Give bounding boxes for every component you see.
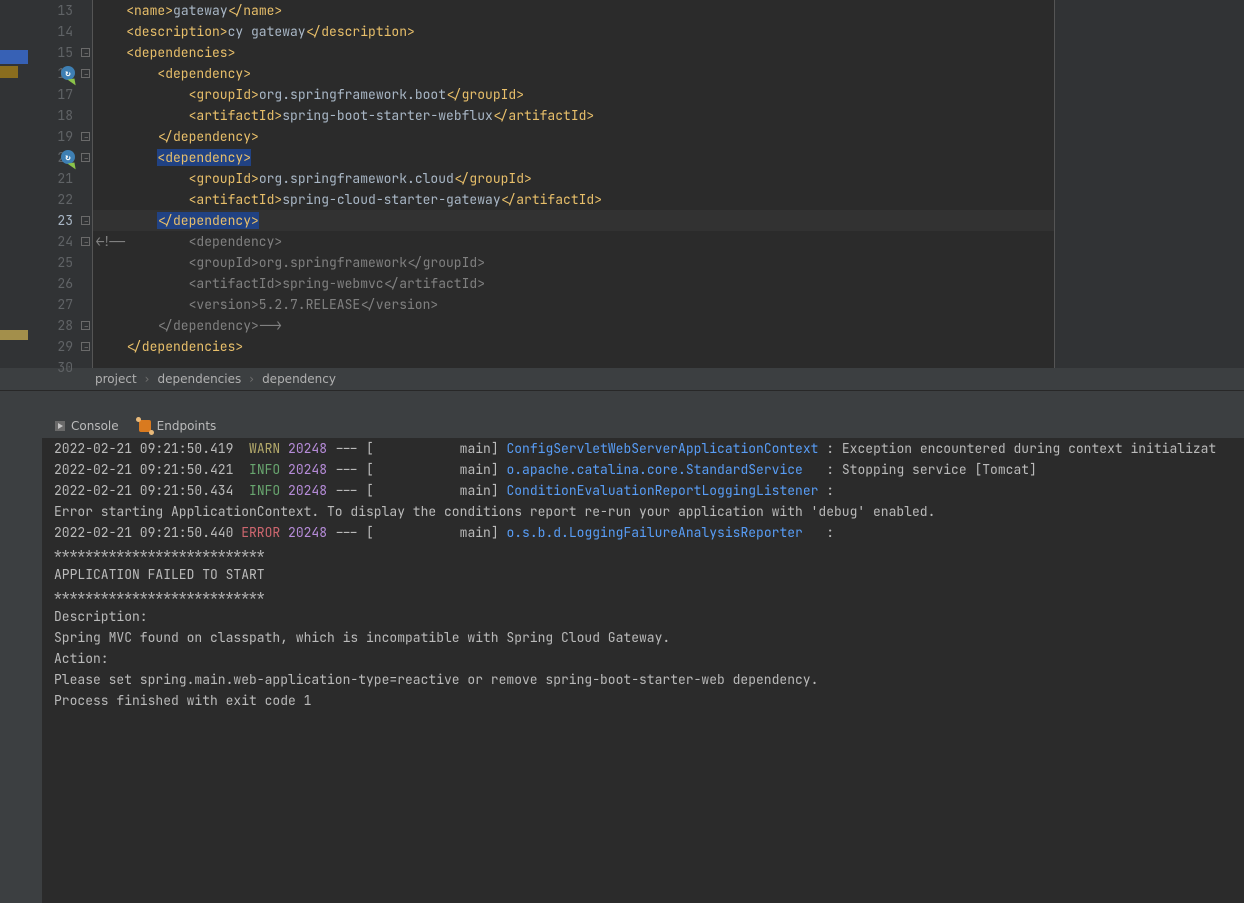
line-number: 22	[28, 189, 73, 210]
line-number: 28	[28, 315, 73, 336]
console-line: APPLICATION FAILED TO START	[54, 564, 1244, 585]
code-line[interactable]: </dependency>	[93, 210, 1054, 231]
code-line[interactable]	[93, 357, 1054, 378]
code-line[interactable]: <name>gateway</name>	[93, 0, 1054, 21]
code-line[interactable]: <artifactId>spring-cloud-starter-gateway…	[93, 189, 1054, 210]
console-line: Error starting ApplicationContext. To di…	[54, 501, 1244, 522]
editor-area: 131415161718192021222324252627282930 ↻↻ …	[0, 0, 1244, 368]
fold-toggle-icon[interactable]	[81, 132, 90, 141]
line-number: 15	[28, 42, 73, 63]
fold-toggle-icon[interactable]	[81, 321, 90, 330]
tab-label: Console	[71, 419, 119, 433]
play-icon	[55, 421, 65, 431]
line-number: 23	[28, 210, 73, 231]
console-line: ***************************	[54, 543, 1244, 564]
code-line[interactable]: <groupId>org.springframework</groupId>	[93, 252, 1054, 273]
tab-label: Endpoints	[157, 419, 217, 433]
line-number: 29	[28, 336, 73, 357]
fold-toggle-icon[interactable]	[81, 342, 90, 351]
console-line: 2022-02-21 09:21:50.440 ERROR 20248 --- …	[54, 522, 1244, 543]
console-gutter	[0, 438, 42, 903]
tab-endpoints[interactable]: Endpoints	[139, 419, 217, 433]
console-line: ***************************	[54, 585, 1244, 606]
line-number: 14	[28, 21, 73, 42]
fold-column	[79, 0, 93, 368]
line-number: 27	[28, 294, 73, 315]
tool-strip	[0, 390, 1244, 414]
line-number: 25	[28, 252, 73, 273]
code-line[interactable]: </dependency>-->	[93, 315, 1054, 336]
line-number: 21	[28, 168, 73, 189]
line-number: 26	[28, 273, 73, 294]
console-line: 2022-02-21 09:21:50.434 INFO 20248 --- […	[54, 480, 1244, 501]
console-line: Action:	[54, 648, 1244, 669]
code-line[interactable]: <!-- <dependency>	[93, 231, 1054, 252]
line-number: 17	[28, 84, 73, 105]
console-line: 2022-02-21 09:21:50.421 INFO 20248 --- […	[54, 459, 1244, 480]
code-line[interactable]: </dependencies>	[93, 336, 1054, 357]
code-line[interactable]: <dependency>	[93, 147, 1054, 168]
console-tabs: Console Endpoints	[0, 414, 1244, 438]
maven-reload-icon[interactable]: ↻	[61, 150, 75, 164]
line-number: 30	[28, 357, 73, 378]
code-line[interactable]: <groupId>org.springframework.cloud</grou…	[93, 168, 1054, 189]
change-marker	[0, 330, 28, 340]
console-area: 2022-02-21 09:21:50.419 WARN 20248 --- […	[0, 438, 1244, 903]
fold-toggle-icon[interactable]	[81, 237, 90, 246]
code-line[interactable]: <dependency>	[93, 63, 1054, 84]
line-gutter: 131415161718192021222324252627282930 ↻↻	[28, 0, 93, 368]
code-line[interactable]: <groupId>org.springframework.boot</group…	[93, 84, 1054, 105]
console-line: Process finished with exit code 1	[54, 690, 1244, 711]
code-line[interactable]: <artifactId>spring-webmvc</artifactId>	[93, 273, 1054, 294]
code-line[interactable]: <dependencies>	[93, 42, 1054, 63]
console-output[interactable]: 2022-02-21 09:21:50.419 WARN 20248 --- […	[42, 438, 1244, 903]
line-number: 19	[28, 126, 73, 147]
code-line[interactable]: <description>cy gateway</description>	[93, 21, 1054, 42]
selection-marker	[0, 50, 28, 64]
code-editor[interactable]: <name>gateway</name> <description>cy gat…	[93, 0, 1054, 368]
editor-right-strip	[1054, 0, 1244, 368]
change-marker	[0, 66, 18, 78]
maven-reload-icon[interactable]: ↻	[61, 66, 75, 80]
fold-toggle-icon[interactable]	[81, 69, 90, 78]
line-number: 13	[28, 0, 73, 21]
console-line: Spring MVC found on classpath, which is …	[54, 627, 1244, 648]
line-number: 24	[28, 231, 73, 252]
line-number: 18	[28, 105, 73, 126]
endpoints-icon	[139, 420, 151, 432]
console-line: 2022-02-21 09:21:50.419 WARN 20248 --- […	[54, 438, 1244, 459]
code-line[interactable]: <artifactId>spring-boot-starter-webflux<…	[93, 105, 1054, 126]
fold-toggle-icon[interactable]	[81, 48, 90, 57]
code-line[interactable]: </dependency>	[93, 126, 1054, 147]
console-line: Description:	[54, 606, 1244, 627]
fold-toggle-icon[interactable]	[81, 153, 90, 162]
code-line[interactable]: <version>5.2.7.RELEASE</version>	[93, 294, 1054, 315]
console-line: Please set spring.main.web-application-t…	[54, 669, 1244, 690]
fold-toggle-icon[interactable]	[81, 216, 90, 225]
tab-console[interactable]: Console	[55, 419, 119, 433]
